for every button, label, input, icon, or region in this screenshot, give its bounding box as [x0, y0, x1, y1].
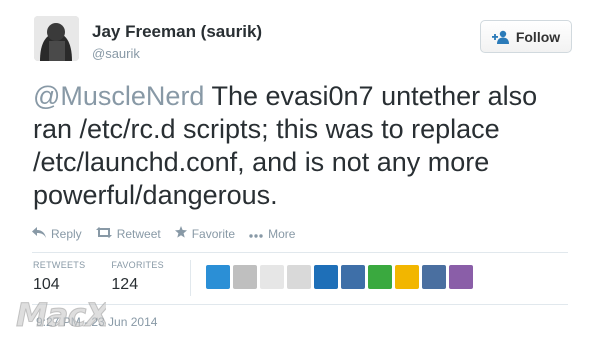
favoriter-avatar-pixel-art[interactable]	[449, 265, 473, 289]
follow-button[interactable]: Follow	[480, 20, 572, 53]
retweets-stat[interactable]: RETWEETS 104	[33, 260, 85, 294]
favoriter-avatar-stripes[interactable]	[314, 265, 338, 289]
stats-separator	[190, 260, 191, 296]
reply-icon	[32, 226, 46, 241]
favoriter-avatar-g-logo[interactable]	[206, 265, 230, 289]
tweet-text: @MuscleNerd The evasi0n7 untether also r…	[33, 80, 583, 212]
more-dots-icon	[249, 227, 263, 241]
favoriter-avatar-person-portrait[interactable]	[260, 265, 284, 289]
more-button[interactable]: More	[249, 227, 295, 241]
more-label: More	[268, 226, 296, 241]
favorite-button[interactable]: Favorite	[174, 226, 236, 241]
follow-button-label: Follow	[515, 28, 561, 45]
svg-text:MacX: MacX	[16, 296, 106, 334]
favoriter-avatar-soccer-ball[interactable]	[368, 265, 392, 289]
favoriter-avatar-figure-blue[interactable]	[341, 265, 365, 289]
favoriter-avatar-silhouette[interactable]	[422, 265, 446, 289]
user-handle[interactable]: @saurik	[92, 46, 140, 61]
reply-button[interactable]: Reply	[32, 226, 82, 241]
favoriter-avatars	[206, 265, 473, 289]
stats-top-divider	[32, 252, 568, 253]
reply-label: Reply	[51, 226, 82, 241]
tweet-stats: RETWEETS 104 FAVORITES 124	[33, 260, 190, 294]
favorite-label: Favorite	[191, 226, 236, 241]
favorites-label: FAVORITES	[111, 260, 164, 270]
favorites-stat[interactable]: FAVORITES 124	[111, 260, 164, 294]
stats-bottom-divider	[32, 304, 568, 305]
retweet-button[interactable]: Retweet	[95, 226, 161, 241]
retweet-label: Retweet	[116, 226, 161, 241]
favoriter-avatar-cat[interactable]	[287, 265, 311, 289]
favorites-count: 124	[111, 276, 139, 293]
watermark-logo: MacX	[14, 294, 113, 343]
add-user-icon	[491, 30, 510, 44]
retweets-count: 104	[33, 276, 60, 293]
tweet-actions: Reply Retweet Favorite More	[32, 226, 295, 241]
star-icon	[174, 226, 187, 241]
favoriter-avatar-usb-stick[interactable]	[233, 265, 257, 289]
retweets-label: RETWEETS	[33, 260, 86, 270]
favoriter-avatar-penguin[interactable]	[395, 265, 419, 289]
user-display-name[interactable]: Jay Freeman (saurik)	[92, 22, 262, 42]
retweet-icon	[95, 226, 112, 241]
tweet-mention-link[interactable]: @MuscleNerd	[33, 81, 204, 111]
user-avatar[interactable]	[34, 16, 79, 61]
